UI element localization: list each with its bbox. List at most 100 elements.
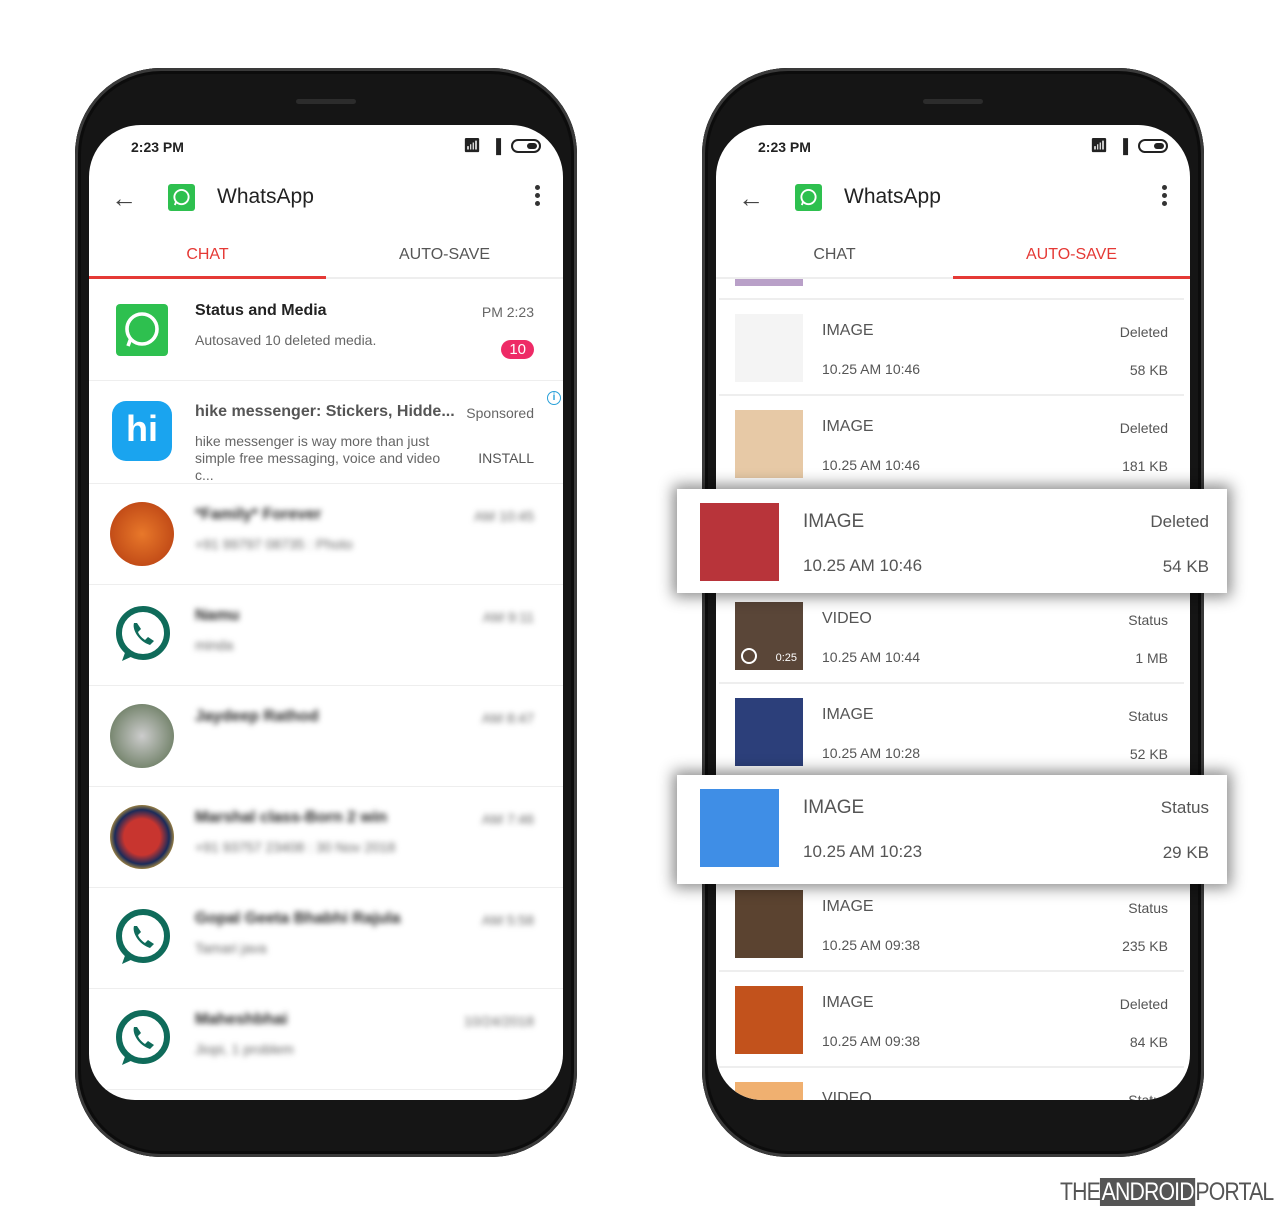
media-type: IMAGE	[822, 322, 874, 339]
status-icons: 📶︎ ▐	[463, 137, 541, 154]
media-size: 58 KB	[1129, 362, 1168, 378]
auto-save-row-partial[interactable]	[719, 278, 1184, 300]
image-thumbnail[interactable]	[700, 789, 779, 867]
chat-time: AM 7:46	[481, 811, 534, 827]
tab-bar: CHAT AUTO-SAVE	[89, 233, 563, 279]
chat-row[interactable]: Gopal Geeta Bhabhi Rajula AM 5:58 Tamari j…	[89, 888, 563, 989]
chat-name: hike messenger: Stickers, Hidde...	[195, 403, 455, 420]
tab-chat[interactable]: CHAT	[89, 233, 326, 279]
auto-save-row[interactable]: IMAGE 10.25 AM 09:38 Status 235 KB	[719, 876, 1184, 972]
chat-name: Maheshbhai	[195, 1011, 288, 1028]
arrow-left-icon[interactable]: ←	[738, 183, 764, 214]
info-icon[interactable]: i	[547, 391, 561, 405]
media-date: 10.25 AM 10:46	[822, 361, 921, 377]
highlighted-auto-save-row[interactable]: IMAGE 10.25 AM 10:23 Status 29 KB	[677, 775, 1227, 884]
tab-chat[interactable]: CHAT	[716, 233, 953, 277]
unread-badge: 10	[501, 340, 534, 359]
media-state: Status	[1160, 798, 1209, 817]
chat-time: AM 9:11	[482, 609, 534, 625]
chat-row[interactable]: *Family* Forever AM 10:45 +91 99797 08735 …	[89, 484, 563, 585]
auto-save-row[interactable]: 0:25 VIDEO 10.25 AM 10:44 Status 1 MB	[719, 588, 1184, 684]
video-thumbnail[interactable]	[735, 1082, 803, 1100]
image-thumbnail[interactable]	[700, 503, 779, 581]
status-time: 2:23 PM	[131, 139, 184, 155]
watermark-logo: THEANDROIDPORTAL	[1060, 1178, 1274, 1206]
chat-time: AM 10:45	[474, 508, 534, 524]
battery-icon	[1138, 138, 1168, 153]
media-size: 52 KB	[1129, 746, 1168, 762]
signal-icon: ▐	[491, 137, 501, 154]
whatsapp-icon	[795, 184, 822, 211]
media-state: Deleted	[1119, 996, 1168, 1012]
media-date: 10.25 AM 10:46	[803, 556, 923, 575]
auto-save-row[interactable]: IMAGE 10.25 AM 09:38 Deleted 84 KB	[719, 972, 1184, 1068]
chat-row[interactable]: Marshal class-Born 2 win AM 7:46 +91 93757…	[89, 787, 563, 888]
media-type: IMAGE	[803, 511, 865, 532]
media-date: 10.25 AM 09:38	[822, 1033, 921, 1049]
chat-time: PM 2:23	[481, 304, 534, 320]
sponsored-label: Sponsored	[466, 405, 534, 421]
media-size: 84 KB	[1129, 1034, 1168, 1050]
chat-row[interactable]: Maheshbhai 10/24/2018 Jiopi, 1 problem	[89, 989, 563, 1090]
tab-bar: CHAT AUTO-SAVE	[716, 233, 1190, 279]
video-thumbnail[interactable]: 0:25	[735, 602, 803, 670]
app-bar: ← WhatsApp	[716, 173, 1190, 223]
image-thumbnail[interactable]	[735, 410, 803, 478]
media-size: 1 MB	[1135, 650, 1168, 666]
auto-save-row[interactable]: VIDEO Status	[719, 1068, 1184, 1100]
screen-chat: 2:23 PM 📶︎ ▐ ← WhatsApp CHAT AUTO-SAVE St…	[89, 125, 563, 1100]
whatsapp-avatar-icon	[110, 1007, 174, 1071]
wifi-icon: 📶︎	[1090, 137, 1109, 153]
media-date: 10.25 AM 09:38	[822, 937, 921, 953]
chat-name: Namu	[195, 607, 240, 624]
chat-preview: hike messenger is way more than just sim…	[195, 433, 441, 483]
media-date: 10.25 AM 10:46	[822, 457, 921, 473]
phone-right: 2:23 PM 📶︎ ▐ ← WhatsApp IMAGE 10.25 AM 10:…	[702, 68, 1204, 1157]
wifi-icon: 📶︎	[463, 137, 482, 153]
screen-auto-save: 2:23 PM 📶︎ ▐ ← WhatsApp IMAGE 10.25 AM 10:…	[716, 125, 1190, 1100]
chat-list: Status and Media PM 2:23 Autosaved 10 dele…	[89, 280, 563, 1100]
auto-save-row[interactable]: IMAGE 10.25 AM 10:46 Deleted 58 KB	[719, 300, 1184, 396]
chat-row[interactable]: Status and Media PM 2:23 Autosaved 10 dele…	[89, 280, 563, 381]
image-thumbnail[interactable]	[735, 986, 803, 1054]
image-thumbnail[interactable]	[735, 890, 803, 958]
app-title: WhatsApp	[844, 185, 941, 208]
speaker	[923, 99, 983, 104]
more-vertical-icon[interactable]	[535, 185, 541, 209]
chat-row[interactable]: Namu AM 9:11 minda	[89, 585, 563, 686]
status-icons: 📶︎ ▐	[1090, 137, 1168, 154]
media-type: IMAGE	[822, 994, 874, 1011]
whatsapp-avatar-icon	[110, 603, 174, 667]
avatar	[110, 502, 174, 566]
chat-preview: +91 99797 08735 : Photo	[195, 536, 353, 552]
media-state: Deleted	[1119, 420, 1168, 436]
chat-row[interactable]: Jaydeep Rathod AM 8:47	[89, 686, 563, 787]
chat-row[interactable]: hi hike messenger: Stickers, Hidde... Spon…	[89, 381, 563, 484]
more-vertical-icon[interactable]	[1162, 185, 1168, 209]
phone-left: 2:23 PM 📶︎ ▐ ← WhatsApp CHAT AUTO-SAVE St…	[75, 68, 577, 1157]
media-state: Deleted	[1119, 324, 1168, 340]
chat-name: Status and Media	[195, 302, 327, 319]
media-state: Status	[1128, 612, 1168, 628]
install-button[interactable]: INSTALL	[478, 450, 534, 466]
media-size: 29 KB	[1162, 843, 1209, 862]
image-thumbnail[interactable]	[735, 698, 803, 766]
chat-time: AM 8:47	[481, 710, 534, 726]
chat-preview: Tamari java	[195, 940, 267, 956]
media-type: IMAGE	[822, 706, 874, 723]
highlighted-auto-save-row[interactable]: IMAGE 10.25 AM 10:46 Deleted 54 KB	[677, 489, 1227, 593]
avatar	[110, 704, 174, 768]
auto-save-row[interactable]: IMAGE 10.25 AM 10:28 Status 52 KB	[719, 684, 1184, 780]
media-state: Status	[1128, 1092, 1168, 1100]
auto-save-row[interactable]: IMAGE 10.25 AM 10:46 Deleted 181 KB	[719, 396, 1184, 492]
status-time: 2:23 PM	[758, 139, 811, 155]
whatsapp-avatar-icon	[116, 304, 168, 356]
arrow-left-icon[interactable]: ←	[111, 183, 137, 214]
media-size: 235 KB	[1122, 938, 1168, 954]
tab-auto-save[interactable]: AUTO-SAVE	[326, 233, 563, 277]
chat-preview: +91 93757 23408 : 30 Nov 2018	[195, 839, 396, 855]
media-date: 10.25 AM 10:28	[822, 745, 921, 761]
chat-name: Gopal Geeta Bhabhi Rajula	[195, 910, 401, 927]
tab-auto-save[interactable]: AUTO-SAVE	[953, 233, 1190, 279]
image-thumbnail[interactable]	[735, 314, 803, 382]
